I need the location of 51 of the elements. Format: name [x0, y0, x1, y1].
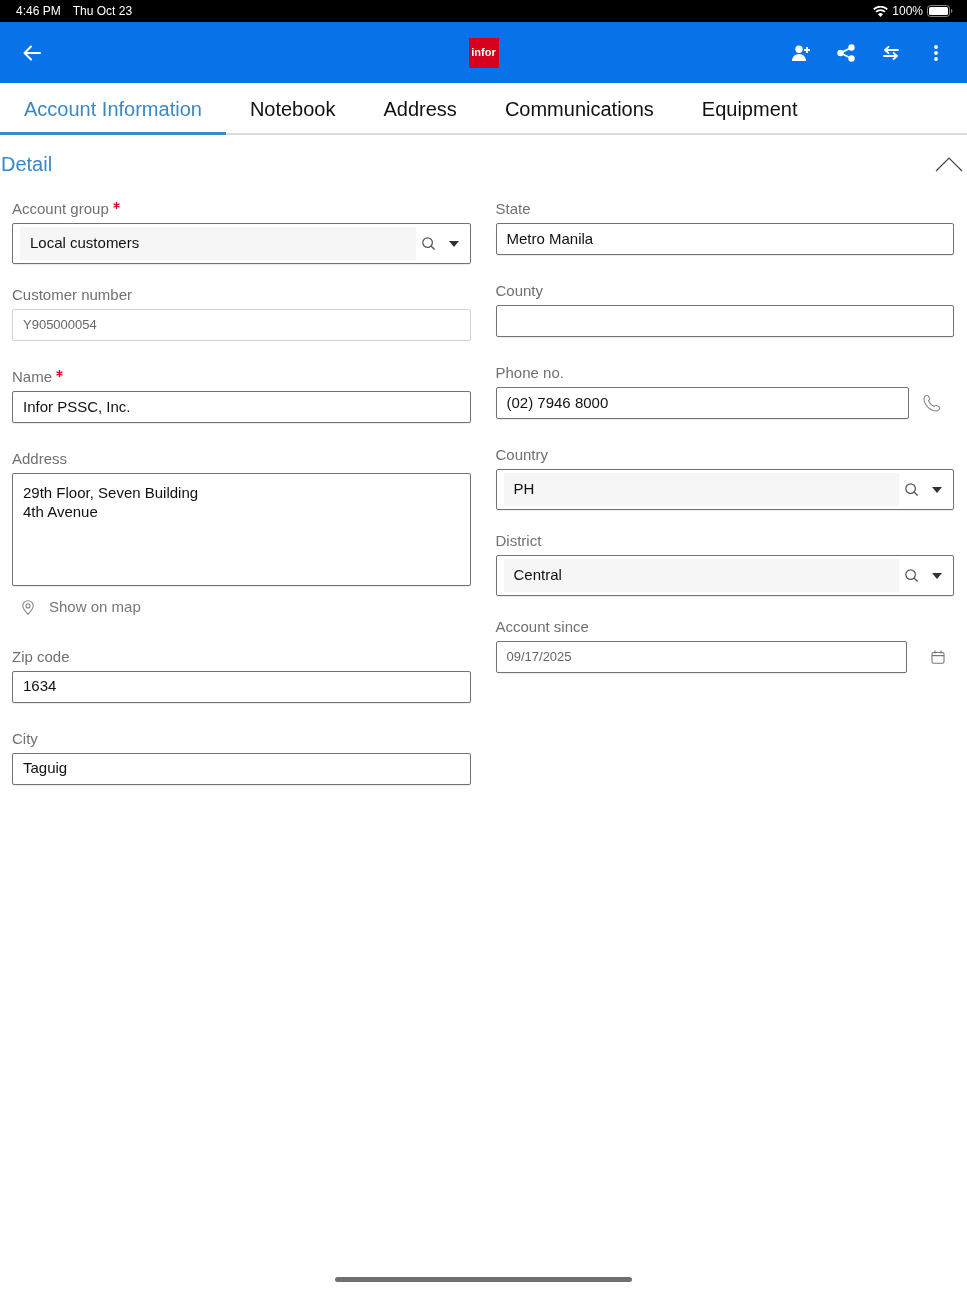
- field-label: Address: [12, 449, 68, 469]
- lookup-field[interactable]: PH: [495, 469, 954, 510]
- logo: infor: [468, 37, 499, 68]
- phone-field[interactable]: (02) 7946 8000: [495, 387, 909, 419]
- section-title: Detail: [1, 152, 53, 177]
- status-time: 4:46 PM: [16, 3, 61, 20]
- text-field[interactable]: 1634: [12, 670, 471, 703]
- tab[interactable]: Account Information: [0, 83, 226, 135]
- field-label: County: [495, 281, 544, 301]
- field-label: City: [12, 728, 38, 749]
- map-pin-icon: [22, 599, 34, 615]
- text-area-field[interactable]: 29th Floor, Seven Building 4th Avenue: [12, 473, 471, 586]
- lookup-field[interactable]: Local customers: [12, 223, 471, 264]
- search-icon[interactable]: [905, 569, 918, 582]
- caret-down-icon[interactable]: [448, 240, 459, 247]
- field-label: Account since: [495, 617, 589, 637]
- more-options-icon[interactable]: [933, 44, 938, 61]
- share-icon[interactable]: [836, 43, 855, 62]
- swap-arrows-icon[interactable]: [881, 45, 900, 60]
- text-field[interactable]: Infor PSSC, Inc.: [12, 391, 471, 423]
- wifi-icon: [873, 5, 889, 17]
- tab[interactable]: Communications: [480, 83, 678, 135]
- field-label: District: [495, 531, 542, 551]
- battery-icon: [927, 5, 953, 17]
- field-label: Name: [12, 367, 52, 387]
- field-label: Account group: [12, 199, 109, 219]
- text-field[interactable]: Taguig: [12, 752, 471, 785]
- text-field[interactable]: [495, 305, 954, 337]
- field-label: Zip code: [12, 646, 70, 667]
- chevron-up-icon[interactable]: [935, 156, 963, 172]
- search-icon[interactable]: [905, 483, 918, 496]
- show-on-map-link[interactable]: Show on map: [22, 597, 141, 617]
- text-field[interactable]: Metro Manila: [495, 223, 954, 255]
- field-label: Phone no.: [495, 363, 564, 383]
- back-arrow-icon[interactable]: [22, 44, 41, 61]
- lookup-field[interactable]: Central: [495, 555, 954, 596]
- add-person-icon[interactable]: [791, 44, 810, 61]
- tab[interactable]: Address: [359, 83, 481, 135]
- field-label: Country: [495, 445, 549, 465]
- search-icon[interactable]: [421, 237, 435, 250]
- calendar-icon[interactable]: [931, 650, 945, 664]
- phone-icon[interactable]: [922, 394, 941, 412]
- caret-down-icon[interactable]: [932, 572, 942, 579]
- caret-down-icon[interactable]: [932, 486, 942, 493]
- tab[interactable]: Equipment: [677, 83, 822, 135]
- date-field[interactable]: 09/17/2025: [495, 641, 907, 673]
- field-label: State: [495, 199, 531, 219]
- battery-percentage: 100%: [892, 3, 923, 20]
- field-label: Customer number: [12, 285, 133, 305]
- tab[interactable]: Notebook: [225, 83, 360, 135]
- status-date: Thu Oct 23: [71, 3, 133, 20]
